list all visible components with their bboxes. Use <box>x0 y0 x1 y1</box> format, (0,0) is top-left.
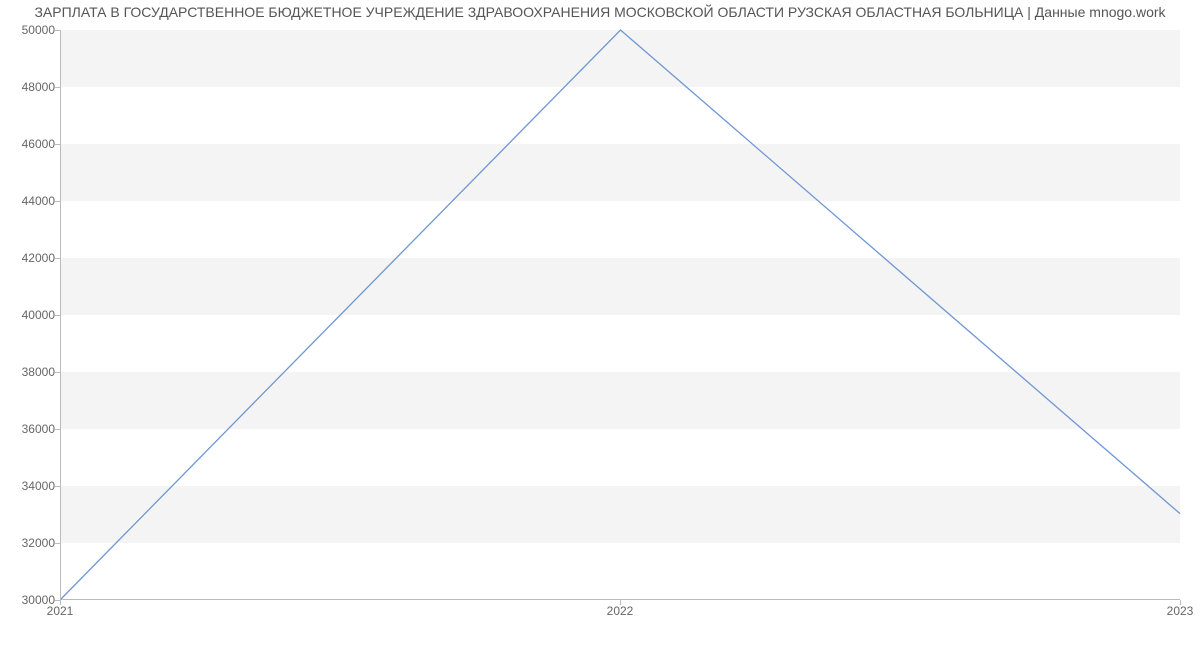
y-tick-label: 48000 <box>5 80 55 94</box>
y-tick-mark <box>55 372 60 373</box>
y-tick-label: 34000 <box>5 479 55 493</box>
chart-title: ЗАРПЛАТА В ГОСУДАРСТВЕННОЕ БЮДЖЕТНОЕ УЧР… <box>0 4 1200 20</box>
y-tick-mark <box>55 258 60 259</box>
y-tick-label: 32000 <box>5 536 55 550</box>
x-tick-mark <box>1180 600 1181 605</box>
x-tick-mark <box>620 600 621 605</box>
x-tick-label: 2022 <box>607 604 634 618</box>
y-tick-label: 44000 <box>5 194 55 208</box>
y-tick-label: 36000 <box>5 422 55 436</box>
x-tick-mark <box>60 600 61 605</box>
plot-area <box>60 30 1180 600</box>
y-tick-label: 50000 <box>5 23 55 37</box>
y-tick-mark <box>55 429 60 430</box>
y-tick-label: 40000 <box>5 308 55 322</box>
y-tick-label: 42000 <box>5 251 55 265</box>
x-tick-label: 2021 <box>47 604 74 618</box>
y-tick-mark <box>55 144 60 145</box>
y-tick-mark <box>55 201 60 202</box>
y-tick-mark <box>55 486 60 487</box>
salary-line-chart: ЗАРПЛАТА В ГОСУДАРСТВЕННОЕ БЮДЖЕТНОЕ УЧР… <box>0 0 1200 650</box>
y-tick-mark <box>55 30 60 31</box>
y-tick-mark <box>55 315 60 316</box>
y-tick-mark <box>55 543 60 544</box>
x-tick-label: 2023 <box>1167 604 1194 618</box>
y-tick-mark <box>55 87 60 88</box>
line-layer <box>61 30 1180 599</box>
y-tick-label: 38000 <box>5 365 55 379</box>
data-series-line <box>61 30 1180 599</box>
y-tick-label: 46000 <box>5 137 55 151</box>
